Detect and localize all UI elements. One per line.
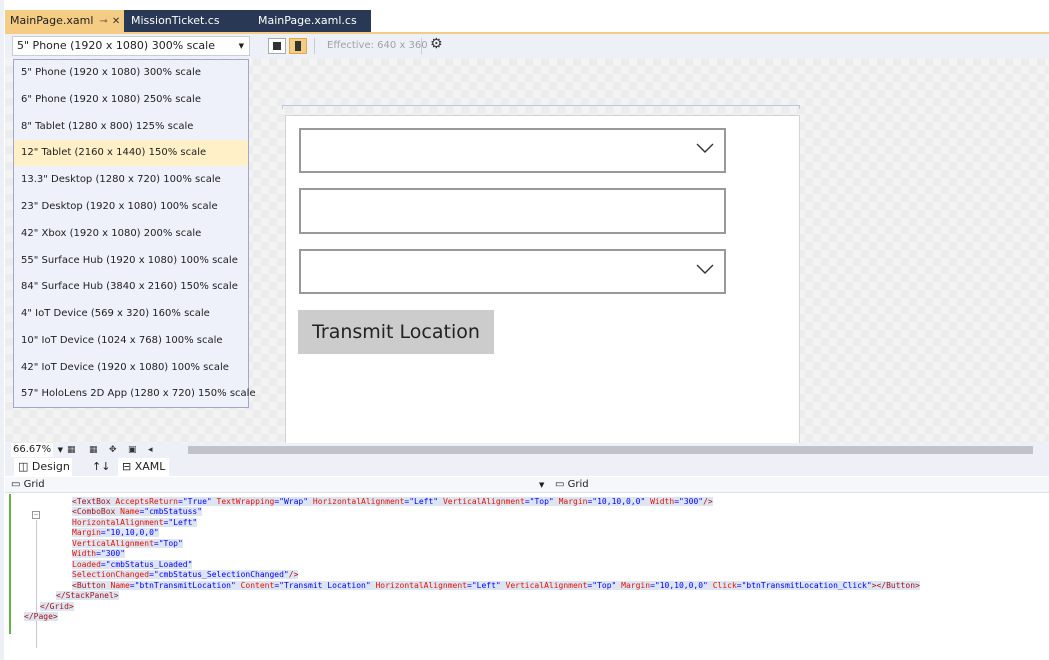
- device-option[interactable]: 23" Desktop (1920 x 1080) 100% scale: [14, 194, 248, 220]
- collapse-icon[interactable]: −: [32, 511, 40, 519]
- toolbar-separator: [421, 38, 422, 54]
- effective-resolution: Effective: 640 x 360: [327, 40, 428, 51]
- chevron-down-icon: [696, 143, 714, 153]
- window-edge: [0, 0, 4, 660]
- device-option[interactable]: 6" Phone (1920 x 1080) 250% scale: [14, 87, 248, 113]
- device-option[interactable]: 4" IoT Device (569 x 320) 160% scale: [14, 301, 248, 327]
- device-option[interactable]: 57" HoloLens 2D App (1280 x 720) 150% sc…: [14, 381, 256, 407]
- tab-missionticket-cs[interactable]: MissionTicket.cs: [126, 10, 225, 32]
- close-icon[interactable]: ✕: [112, 11, 120, 33]
- xaml-icon: ⊟: [122, 460, 132, 473]
- code-line[interactable]: SelectionChanged="cmbStatus_SelectionCha…: [72, 570, 299, 581]
- chevron-down-icon: [696, 264, 714, 274]
- device-dropdown-list: 5" Phone (1920 x 1080) 300% scale 6" Pho…: [13, 59, 256, 408]
- grid-element-icon: ▭: [555, 479, 565, 490]
- scroll-left-icon[interactable]: ◂: [148, 445, 160, 455]
- code-line[interactable]: Margin="10,10,0,0": [72, 528, 159, 539]
- device-option[interactable]: 13.3" Desktop (1280 x 720) 100% scale: [14, 167, 248, 193]
- landscape-orientation-icon[interactable]: [268, 38, 286, 54]
- document-tab-strip: MainPage.xaml ⊸ ✕ MissionTicket.cs MainPag…: [5, 10, 371, 32]
- tab-label: MissionTicket.cs: [131, 14, 220, 27]
- tab-xaml[interactable]: ⊟ XAML: [118, 458, 170, 476]
- code-line[interactable]: HorizontalAlignment="Left": [72, 518, 198, 529]
- portrait-orientation-icon[interactable]: [289, 38, 307, 54]
- tab-design[interactable]: ◫ Design: [14, 458, 72, 476]
- transmit-location-button[interactable]: Transmit Location: [298, 310, 494, 354]
- textbox-preview[interactable]: [299, 188, 726, 234]
- toolbar-separator: [314, 38, 315, 54]
- outline-guide: [36, 520, 37, 648]
- tab-xaml-label: XAML: [134, 460, 166, 473]
- tab-mainpage-xaml[interactable]: MainPage.xaml ⊸ ✕: [5, 10, 124, 32]
- device-option[interactable]: 55" Surface Hub (1920 x 1080) 100% scale: [14, 248, 248, 274]
- device-select[interactable]: 5" Phone (1920 x 1080) 300% scale ▼: [12, 36, 250, 56]
- breadcrumb: [5, 477, 1049, 493]
- device-option[interactable]: 8" Tablet (1280 x 800) 125% scale: [14, 114, 248, 140]
- combobox-preview[interactable]: [299, 128, 726, 173]
- snap-grid-icon[interactable]: ▦: [89, 445, 101, 455]
- tab-label: MainPage.xaml: [10, 14, 94, 27]
- code-line[interactable]: <TextBox AcceptsReturn="True" TextWrappi…: [72, 497, 713, 508]
- device-option[interactable]: 42" Xbox (1920 x 1080) 200% scale: [14, 221, 248, 247]
- chevron-down-icon[interactable]: ▼: [539, 478, 544, 492]
- page-ruler: [282, 105, 800, 109]
- breadcrumb-right-label: Grid: [567, 479, 589, 490]
- code-line[interactable]: </Page>: [24, 612, 58, 623]
- code-line[interactable]: VerticalAlignment="Top": [72, 539, 183, 550]
- chevron-down-icon[interactable]: ▼: [239, 37, 244, 55]
- code-line[interactable]: <ComboBox Name="cmbStatuss": [72, 507, 203, 518]
- breadcrumb-left-label: Grid: [23, 479, 45, 490]
- grid-element-icon: ▭: [11, 479, 21, 490]
- zoom-value: 66.67%: [13, 444, 52, 455]
- zoom-select[interactable]: 66.67% ▼: [11, 443, 63, 457]
- tab-mainpage-xaml-cs[interactable]: MainPage.xaml.cs: [253, 10, 362, 32]
- gear-icon[interactable]: ⚙: [430, 36, 443, 52]
- pin-icon[interactable]: ⊸: [99, 11, 107, 33]
- tab-design-label: Design: [31, 460, 70, 473]
- design-icon: ◫: [18, 460, 29, 473]
- tab-label: MainPage.xaml.cs: [258, 14, 357, 27]
- device-option[interactable]: 42" IoT Device (1920 x 1080) 100% scale: [14, 355, 248, 381]
- code-line[interactable]: Width="300": [72, 549, 126, 560]
- device-option[interactable]: 84" Surface Hub (3840 x 2160) 150% scale: [14, 274, 248, 300]
- snap-lines-icon[interactable]: ✥: [109, 445, 121, 455]
- horizontal-scrollbar[interactable]: [188, 446, 1033, 454]
- device-option[interactable]: 10" IoT Device (1024 x 768) 100% scale: [14, 328, 248, 354]
- breadcrumb-right[interactable]: ▭ Grid: [555, 478, 589, 492]
- code-line[interactable]: Loaded="cmbStatus_Loaded": [72, 560, 193, 571]
- code-line[interactable]: </Grid>: [40, 602, 74, 613]
- change-marker: [9, 494, 11, 634]
- device-option[interactable]: 5" Phone (1920 x 1080) 300% scale: [14, 60, 248, 86]
- device-select-value: 5" Phone (1920 x 1080) 300% scale: [17, 39, 215, 52]
- code-line[interactable]: </StackPanel>: [56, 591, 119, 602]
- combobox-status-preview[interactable]: [299, 249, 726, 294]
- chevron-down-icon[interactable]: ▼: [58, 443, 63, 457]
- code-line[interactable]: <Button Name="btnTransmitLocation" Conte…: [72, 581, 920, 592]
- breadcrumb-left[interactable]: ▭ Grid: [11, 478, 45, 492]
- device-option-highlighted[interactable]: 12" Tablet (2160 x 1440) 150% scale: [14, 140, 248, 166]
- project-code-icon[interactable]: ▣: [128, 445, 140, 455]
- grid-icon[interactable]: ▦: [67, 445, 79, 455]
- swap-panes-icon[interactable]: ↑↓: [92, 458, 110, 476]
